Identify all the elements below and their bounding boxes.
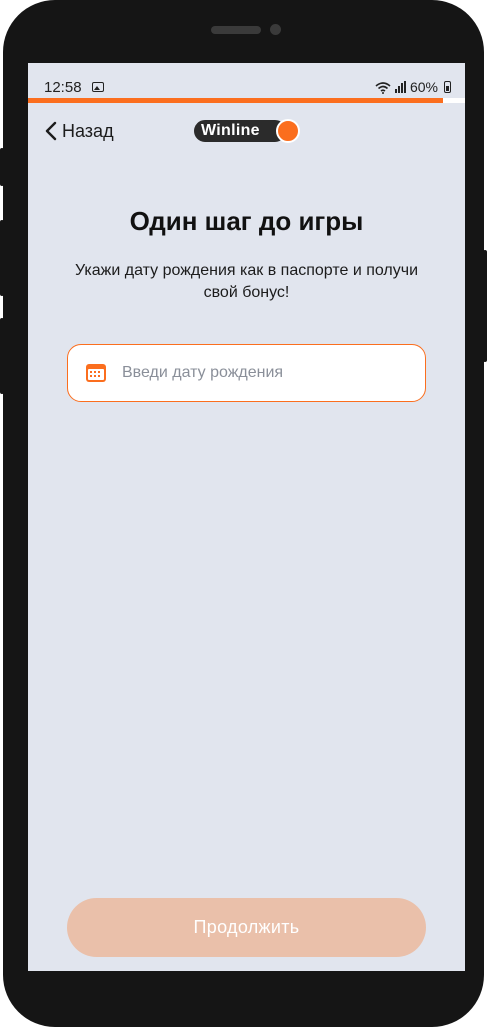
calendar-icon: [86, 364, 106, 382]
continue-label: Продолжить: [193, 917, 300, 937]
page-subtitle: Укажи дату рождения как в паспорте и пол…: [74, 262, 419, 301]
status-time: 12:58: [44, 79, 82, 96]
progress-fill: [28, 98, 444, 103]
battery-icon: [444, 81, 451, 93]
status-indicators: 60%: [375, 79, 451, 95]
back-button[interactable]: Назад: [44, 119, 114, 143]
status-bar: 12:58 60%: [28, 63, 465, 97]
logo-dot: [276, 119, 300, 143]
continue-button[interactable]: Продолжить: [67, 898, 426, 957]
phone-side-button-left-3: [0, 318, 4, 394]
speaker-grille: [211, 26, 261, 34]
winline-logo: Winline: [193, 119, 301, 143]
page-title: Один шаг до игры: [129, 206, 364, 236]
chevron-left-icon: [45, 121, 57, 141]
birth-date-placeholder: Введи дату рождения: [122, 364, 284, 381]
wifi-icon: [375, 81, 391, 94]
registration-progress: [28, 98, 465, 103]
front-camera: [270, 24, 281, 35]
phone-frame: 12:58 60% Назад Winline Один шаг до игры…: [3, 0, 484, 1027]
battery-percent: 60%: [409, 79, 438, 95]
phone-side-button-left-1: [0, 148, 4, 186]
back-label: Назад: [62, 120, 114, 141]
logo-text: Winline: [201, 122, 260, 139]
app-screen: 12:58 60% Назад Winline Один шаг до игры…: [28, 63, 465, 971]
phone-side-button-right: [483, 250, 487, 362]
signal-icon: [394, 81, 406, 93]
phone-side-button-left-2: [0, 220, 4, 296]
gallery-icon: [92, 82, 104, 92]
birth-date-field[interactable]: Введи дату рождения: [67, 344, 426, 402]
